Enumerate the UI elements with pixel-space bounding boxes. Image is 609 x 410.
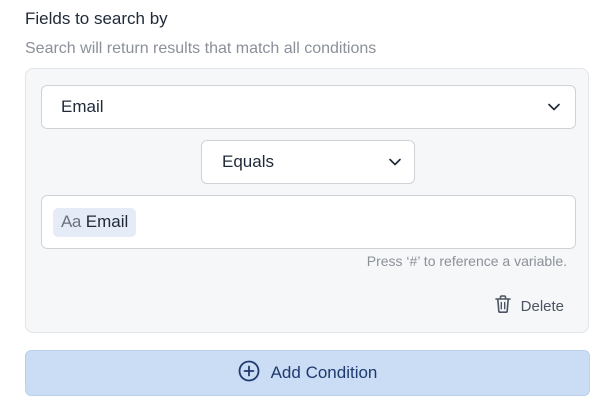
operator-select-value: Equals xyxy=(222,152,274,171)
variable-hint: Press ‘#’ to reference a variable. xyxy=(366,253,567,269)
token-label: Email xyxy=(85,212,129,231)
variable-token-chip[interactable]: Aa Email xyxy=(53,207,137,237)
chevron-down-icon xyxy=(547,100,561,114)
operator-select[interactable]: Equals xyxy=(201,140,415,184)
field-select-value: Email xyxy=(61,97,104,116)
search-fields-panel: Fields to search by Search will return r… xyxy=(0,0,609,410)
text-type-icon: Aa xyxy=(61,212,81,231)
section-title: Fields to search by xyxy=(25,9,168,28)
section-subtitle: Search will return results that match al… xyxy=(25,40,377,57)
chevron-down-icon xyxy=(388,155,402,169)
condition-card: Email Equals Aa Email Press ‘#’ to refer… xyxy=(25,68,589,333)
add-condition-button[interactable]: Add Condition xyxy=(25,350,590,396)
delete-condition-button[interactable]: Delete xyxy=(494,294,564,318)
plus-circle-icon xyxy=(238,360,260,387)
trash-icon xyxy=(494,294,512,318)
field-select[interactable]: Email xyxy=(41,85,576,129)
value-input[interactable]: Aa Email xyxy=(41,195,576,249)
delete-label: Delete xyxy=(520,297,564,315)
add-condition-label: Add Condition xyxy=(270,363,378,382)
